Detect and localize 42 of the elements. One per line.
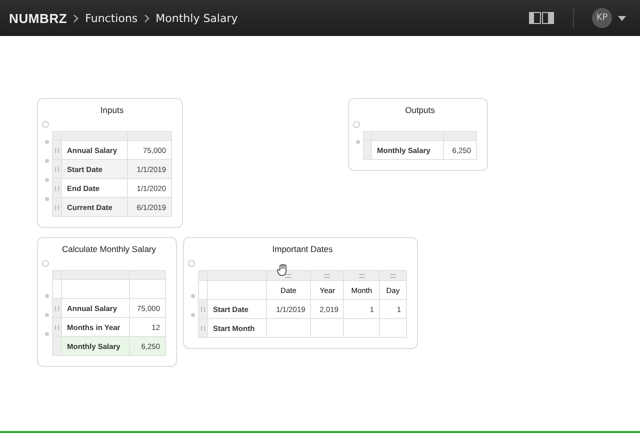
drag-handle-icon[interactable]	[55, 166, 59, 172]
drag-handle-icon[interactable]	[55, 186, 59, 190]
drag-handle-icon[interactable]	[55, 306, 59, 310]
card-title: Calculate Monthly Salary	[60, 244, 157, 254]
user-avatar[interactable]: KP	[592, 8, 612, 28]
connector-dot[interactable]	[45, 140, 49, 144]
drag-handle-icon[interactable]	[55, 324, 59, 330]
connector-dot[interactable]	[356, 140, 360, 144]
drag-handle-icon[interactable]	[201, 326, 205, 330]
card-title: Inputs	[99, 105, 125, 115]
add-icon[interactable]	[188, 260, 195, 267]
drag-handle-icon[interactable]	[324, 274, 330, 278]
table-cell	[379, 318, 406, 338]
table-cell	[310, 318, 344, 338]
add-icon[interactable]	[42, 260, 49, 267]
hand-cursor-icon	[277, 264, 288, 276]
drag-handle-icon[interactable]	[55, 148, 59, 152]
connector-dot[interactable]	[45, 159, 49, 163]
connector-dot[interactable]	[191, 294, 195, 298]
layout-toggle-icon[interactable]	[529, 12, 555, 24]
drag-handle-icon[interactable]	[358, 274, 365, 278]
drag-handle-icon[interactable]	[201, 306, 205, 312]
chevron-icon	[144, 14, 150, 22]
connector-dot[interactable]	[191, 313, 195, 317]
connector-dot[interactable]	[45, 197, 49, 201]
drag-handle-icon[interactable]	[55, 204, 59, 210]
connector-dot[interactable]	[45, 294, 49, 298]
card-title: Important Dates	[271, 244, 334, 254]
drag-handle-icon[interactable]	[390, 274, 396, 278]
connector-dot[interactable]	[45, 313, 49, 317]
table-cell	[344, 318, 380, 338]
caret-icon[interactable]	[618, 16, 626, 20]
breadcrumb-link[interactable]: Functions	[85, 12, 138, 24]
add-icon[interactable]	[42, 121, 49, 128]
breadcrumb-link[interactable]: Monthly Salary	[156, 12, 238, 24]
chevron-icon	[73, 14, 80, 22]
table-cell	[266, 318, 311, 338]
add-icon[interactable]	[353, 121, 360, 128]
card-title: Outputs	[404, 105, 436, 115]
connector-dot[interactable]	[45, 332, 49, 336]
connector-dot[interactable]	[45, 178, 49, 182]
app-logo[interactable]: NUMBRZ	[9, 10, 68, 26]
